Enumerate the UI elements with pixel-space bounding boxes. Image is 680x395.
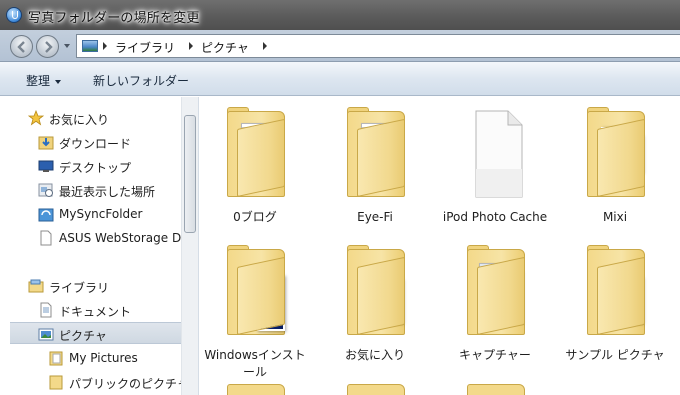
forward-button[interactable] <box>36 35 59 58</box>
nav-item-public-pictures[interactable]: パブリックのピクチャ <box>0 371 189 393</box>
folder-icon[interactable] <box>467 384 525 395</box>
folder-red-rock-photos-icon <box>587 245 645 335</box>
folder-tile[interactable]: 0ブログ <box>200 103 310 233</box>
scrollbar-thumb[interactable] <box>184 115 196 233</box>
organize-label: 整理 <box>26 74 51 88</box>
folder-label: サンプル ピクチャ <box>565 348 665 362</box>
sync-folder-icon <box>38 208 54 222</box>
folder-icon[interactable] <box>227 384 285 395</box>
folder-label: iPod Photo Cache <box>442 210 548 224</box>
chevron-right-icon[interactable] <box>103 42 107 50</box>
nav-item-label: ASUS WebStorage D <box>59 231 182 245</box>
nav-favorites-label: お気に入り <box>49 113 110 127</box>
nav-item-label: 最近表示した場所 <box>59 185 156 199</box>
nav-item-label: ドキュメント <box>59 305 132 319</box>
breadcrumb-libraries[interactable]: ライブラリ <box>115 39 175 56</box>
folder-label: お気に入り <box>344 348 405 362</box>
folder-label: Mixi <box>602 210 628 224</box>
nav-item-label: ダウンロード <box>59 137 132 151</box>
folder-tile[interactable]: お気に入り <box>320 241 430 371</box>
folder-icon <box>49 375 63 390</box>
folder-tile[interactable]: キャプチャー <box>440 241 550 371</box>
explorer-window: 写真フォルダーの場所を変更 ライブラリ ピクチャ 整理 新しいフォルダー お気に… <box>0 0 680 395</box>
download-folder-icon <box>38 136 54 150</box>
folder-label: Windowsインストール <box>204 348 306 379</box>
folder-tile[interactable]: サンプル ピクチャ <box>560 241 670 371</box>
blank-file-icon <box>475 110 523 198</box>
folder-view: 0ブログ Eye-Fi iPod Photo Cache Mixi Window… <box>200 97 680 395</box>
recent-places-icon <box>38 183 53 197</box>
nav-item-label: MySyncFolder <box>59 207 143 221</box>
navigation-pane: お気に入り ダウンロード デスクトップ 最近表示した場所 MySyncFolde… <box>0 97 199 395</box>
navpane-scrollbar[interactable] <box>181 97 198 395</box>
folder-label: キャプチャー <box>459 348 531 362</box>
organize-button[interactable]: 整理 <box>26 72 62 89</box>
nav-libraries[interactable]: ライブラリ <box>0 275 181 297</box>
folder-docs-icon <box>347 107 405 197</box>
folder-docs-icon <box>227 107 285 197</box>
pictures-icon <box>38 328 54 341</box>
nav-item-pictures[interactable]: ピクチャ <box>10 322 181 344</box>
nav-item-downloads[interactable]: ダウンロード <box>0 131 181 153</box>
back-button[interactable] <box>10 35 33 58</box>
nav-libraries-label: ライブラリ <box>49 281 110 295</box>
address-bar[interactable]: ライブラリ ピクチャ <box>76 34 680 58</box>
back-arrow-icon <box>17 41 25 53</box>
nav-item-mysyncfolder[interactable]: MySyncFolder <box>0 203 181 225</box>
star-icon <box>28 110 44 126</box>
folder-tile[interactable]: Windowsインストール <box>200 241 310 379</box>
folder-tile[interactable]: Eye-Fi <box>320 103 430 233</box>
documents-icon <box>40 302 52 318</box>
nav-item-my-pictures[interactable]: My Pictures <box>0 347 181 369</box>
command-bar: 整理 新しいフォルダー <box>0 62 680 96</box>
window-title: 写真フォルダーの場所を変更 <box>28 11 200 26</box>
folder-photos-icon <box>587 107 645 197</box>
nav-item-label: パブリックのピクチャ <box>69 377 189 391</box>
nav-item-recent-places[interactable]: 最近表示した場所 <box>0 179 181 201</box>
nav-item-documents[interactable]: ドキュメント <box>0 299 181 321</box>
folder-label: Eye-Fi <box>357 210 393 224</box>
navigation-bar: ライブラリ ピクチャ <box>0 30 680 62</box>
chevron-right-icon[interactable] <box>189 42 193 50</box>
breadcrumb-pictures[interactable]: ピクチャ <box>201 39 249 56</box>
forward-arrow-icon <box>45 41 53 53</box>
folder-tile[interactable]: Mixi <box>560 103 670 233</box>
folder-label: 0ブログ <box>233 210 277 224</box>
itunes-icon <box>6 7 22 23</box>
folder-blue-screen-icon <box>227 245 285 335</box>
title-bar[interactable]: 写真フォルダーの場所を変更 <box>0 0 680 30</box>
pictures-library-icon <box>82 40 98 52</box>
blank-document-icon <box>40 230 52 246</box>
new-folder-button[interactable]: 新しいフォルダー <box>93 72 189 89</box>
nav-item-asus-webstorage[interactable]: ASUS WebStorage D <box>0 227 181 249</box>
file-tile[interactable]: iPod Photo Cache <box>440 103 550 233</box>
libraries-icon <box>28 279 44 293</box>
folder-icon[interactable] <box>347 384 405 395</box>
folder-icon <box>49 351 63 366</box>
recent-pages-dropdown-icon[interactable] <box>64 44 70 48</box>
nav-favorites[interactable]: お気に入り <box>0 107 181 129</box>
chevron-right-icon[interactable] <box>263 42 267 50</box>
nav-item-label: デスクトップ <box>59 161 132 175</box>
chevron-down-icon <box>55 79 62 84</box>
nav-item-label: ピクチャ <box>59 329 107 343</box>
folder-strawberry-photos-icon <box>347 245 405 335</box>
desktop-icon <box>38 160 54 172</box>
nav-item-label: My Pictures <box>69 351 138 365</box>
folder-screenshots-icon <box>467 245 525 335</box>
nav-item-desktop[interactable]: デスクトップ <box>0 155 181 177</box>
